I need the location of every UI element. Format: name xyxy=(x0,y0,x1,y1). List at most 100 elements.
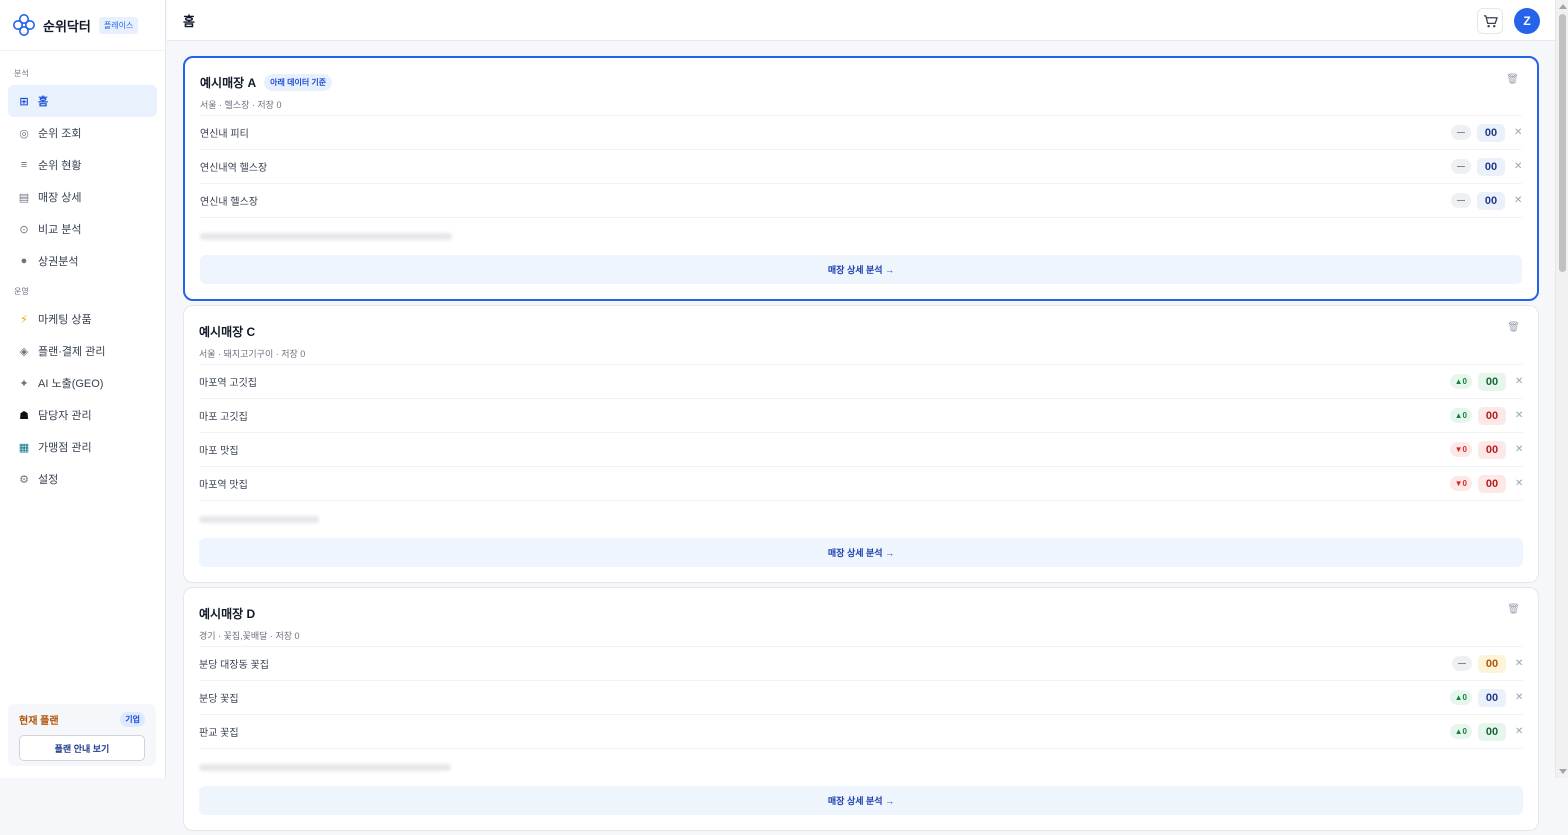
scroll-thumb[interactable] xyxy=(1559,14,1566,272)
store-name: 예시매장 C xyxy=(199,325,256,339)
keyword-row: 연신내역 헬스장 — 00 ✕ xyxy=(200,149,1522,183)
rank-delta: — xyxy=(1451,193,1471,208)
keyword-name: 마포 고깃집 xyxy=(199,412,248,423)
scrollbar[interactable] xyxy=(1555,0,1568,778)
rank-delta: ▲0 xyxy=(1449,724,1472,739)
avatar[interactable]: Z xyxy=(1514,8,1540,34)
sidebar-item-home[interactable]: ⊞ 홈 xyxy=(8,85,157,117)
brand[interactable]: 순위닥터 플레이스 xyxy=(0,0,165,51)
store-card-list: 예시매장 A 아래 데이터 기준 서울 · 헬스장 · 저장 0 🗑 연신내 피… xyxy=(183,56,1539,835)
keyword-row: 판교 꽃집 ▲0 00 ✕ xyxy=(199,714,1523,748)
sidebar-item-marketing[interactable]: ⚡ 마케팅 상품 xyxy=(8,303,157,335)
sidebar-item-label: AI 노출(GEO) xyxy=(38,378,104,390)
keyword-name: 마포역 고깃집 xyxy=(199,378,257,389)
store-card[interactable]: 예시매장 C 서울 · 돼지고기구이 · 저장 0 🗑 마포역 고깃집 ▲0 0… xyxy=(183,305,1539,583)
store-detail-button[interactable]: 매장 상세 분석 → xyxy=(199,538,1523,567)
rank-delta: ▲0 xyxy=(1449,690,1472,705)
keyword-name: 마포역 맛집 xyxy=(199,480,248,491)
store-subtitle: 서울 · 돼지고기구이 · 저장 0 xyxy=(199,349,306,359)
keyword-row: 마포 맛집 ▼0 00 ✕ xyxy=(199,432,1523,466)
list-icon: ≡ xyxy=(20,159,28,171)
sidebar-item-managers[interactable]: ☗ 담당자 관리 xyxy=(8,399,157,431)
sidebar-item-plan-billing[interactable]: ◈ 플랜·결제 관리 xyxy=(8,335,157,367)
keyword-row: 마포역 맛집 ▼0 00 ✕ xyxy=(199,466,1523,500)
sidebar-item-label: 설정 xyxy=(38,474,59,486)
sidebar-item-label: 순위 현황 xyxy=(38,160,82,172)
grid-icon: ⊞ xyxy=(19,95,29,108)
remove-keyword-icon[interactable]: ✕ xyxy=(1515,376,1523,387)
remove-keyword-icon[interactable]: ✕ xyxy=(1514,195,1522,206)
sidebar-item-settings[interactable]: ⚙ 설정 xyxy=(8,463,157,495)
cart-button[interactable] xyxy=(1477,8,1503,34)
diamond-icon: ◈ xyxy=(19,345,29,358)
store-badge: 아래 데이터 기준 xyxy=(264,74,333,91)
keyword-row: 분당 대장동 꽃집 — 00 ✕ xyxy=(199,646,1523,680)
remove-keyword-icon[interactable]: ✕ xyxy=(1515,658,1523,669)
remove-keyword-icon[interactable]: ✕ xyxy=(1514,127,1522,138)
rank-value: 00 xyxy=(1478,474,1506,493)
remove-keyword-icon[interactable]: ✕ xyxy=(1515,410,1523,421)
sidebar-item-label: 담당자 관리 xyxy=(38,410,92,422)
rank-value: 00 xyxy=(1478,722,1506,741)
rank-value: 00 xyxy=(1477,157,1505,176)
sidebar-item-label: 가맹점 관리 xyxy=(38,442,92,454)
keyword-row: 마포 고깃집 ▲0 00 ✕ xyxy=(199,398,1523,432)
remove-keyword-icon[interactable]: ✕ xyxy=(1515,692,1523,703)
scroll-down-arrow-icon[interactable] xyxy=(1559,769,1567,774)
store-subtitle: 서울 · 헬스장 · 저장 0 xyxy=(200,100,282,110)
sidebar-item-label: 매장 상세 xyxy=(38,192,82,204)
sidebar-item-rank-search[interactable]: ◎ 순위 조회 xyxy=(8,117,157,149)
rank-value: 00 xyxy=(1478,406,1506,425)
circle-icon: ◎ xyxy=(19,127,29,140)
nav-ops-list: ⚡ 마케팅 상품 ◈ 플랜·결제 관리 ✦ AI 노출(GEO) ☗ 담당자 관… xyxy=(0,303,165,495)
store-name: 예시매장 A xyxy=(200,76,257,90)
remove-keyword-icon[interactable]: ✕ xyxy=(1515,478,1523,489)
rank-delta: ▲0 xyxy=(1449,408,1472,423)
keyword-name: 분당 대장동 꽃집 xyxy=(199,660,269,671)
rank-delta: — xyxy=(1451,125,1471,140)
building-icon: ▦ xyxy=(18,441,30,454)
gear-icon: ⚙ xyxy=(19,473,29,486)
sidebar-item-label: 마케팅 상품 xyxy=(38,314,92,326)
blurred-note xyxy=(199,748,1523,786)
blurred-note xyxy=(200,217,1522,255)
trash-icon[interactable]: 🗑 xyxy=(1506,74,1519,85)
cart-icon xyxy=(1483,14,1498,27)
keyword-name: 연신내역 헬스장 xyxy=(200,163,268,174)
trash-icon[interactable]: 🗑 xyxy=(1507,604,1520,615)
keyword-row: 연신내 헬스장 — 00 ✕ xyxy=(200,183,1522,217)
keyword-row: 마포역 고깃집 ▲0 00 ✕ xyxy=(199,364,1523,398)
sidebar-item-franchise[interactable]: ▦ 가맹점 관리 xyxy=(8,431,157,463)
sidebar-item-label: 비교 분석 xyxy=(38,224,82,236)
remove-keyword-icon[interactable]: ✕ xyxy=(1515,726,1523,737)
store-name: 예시매장 D xyxy=(199,607,256,621)
remove-keyword-icon[interactable]: ✕ xyxy=(1514,161,1522,172)
lightning-icon: ⚡ xyxy=(20,313,28,326)
store-detail-button[interactable]: 매장 상세 분석 → xyxy=(200,255,1522,284)
store-card[interactable]: 예시매장 A 아래 데이터 기준 서울 · 헬스장 · 저장 0 🗑 연신내 피… xyxy=(183,56,1539,301)
sidebar-item-compare[interactable]: ⊙ 비교 분석 xyxy=(8,213,157,245)
sidebar-item-label: 홈 xyxy=(38,96,49,108)
rank-delta: ▼0 xyxy=(1449,442,1472,457)
plan-guide-button[interactable]: 플랜 안내 보기 xyxy=(19,735,145,761)
page-title: 홈 xyxy=(183,13,195,29)
rank-delta: ▼0 xyxy=(1449,476,1472,491)
keyword-row: 연신내 피티 — 00 ✕ xyxy=(200,115,1522,149)
sidebar-item-store-detail[interactable]: ▤ 매장 상세 xyxy=(8,181,157,213)
sidebar-item-ai-geo[interactable]: ✦ AI 노출(GEO) xyxy=(8,367,157,399)
store-card[interactable]: 예시매장 D 경기 · 꽃집,꽃배달 · 저장 0 🗑 분당 대장동 꽃집 — … xyxy=(183,587,1539,831)
logo-icon xyxy=(13,14,35,36)
clock-icon: ⊙ xyxy=(19,223,29,236)
sidebar-item-label: 순위 조회 xyxy=(38,128,82,140)
sidebar-item-market[interactable]: ● 상권분석 xyxy=(8,245,157,277)
scroll-up-arrow-icon[interactable] xyxy=(1559,4,1567,9)
nav-section-ops: 운영 xyxy=(14,287,29,296)
brand-name: 순위닥터 xyxy=(43,18,91,34)
rank-value: 00 xyxy=(1478,688,1506,707)
store-detail-button[interactable]: 매장 상세 분석 → xyxy=(199,786,1523,815)
rank-value: 00 xyxy=(1478,440,1506,459)
sidebar-item-label: 상권분석 xyxy=(38,256,79,268)
sidebar-item-rank-status[interactable]: ≡ 순위 현황 xyxy=(8,149,157,181)
trash-icon[interactable]: 🗑 xyxy=(1507,322,1520,333)
remove-keyword-icon[interactable]: ✕ xyxy=(1515,444,1523,455)
